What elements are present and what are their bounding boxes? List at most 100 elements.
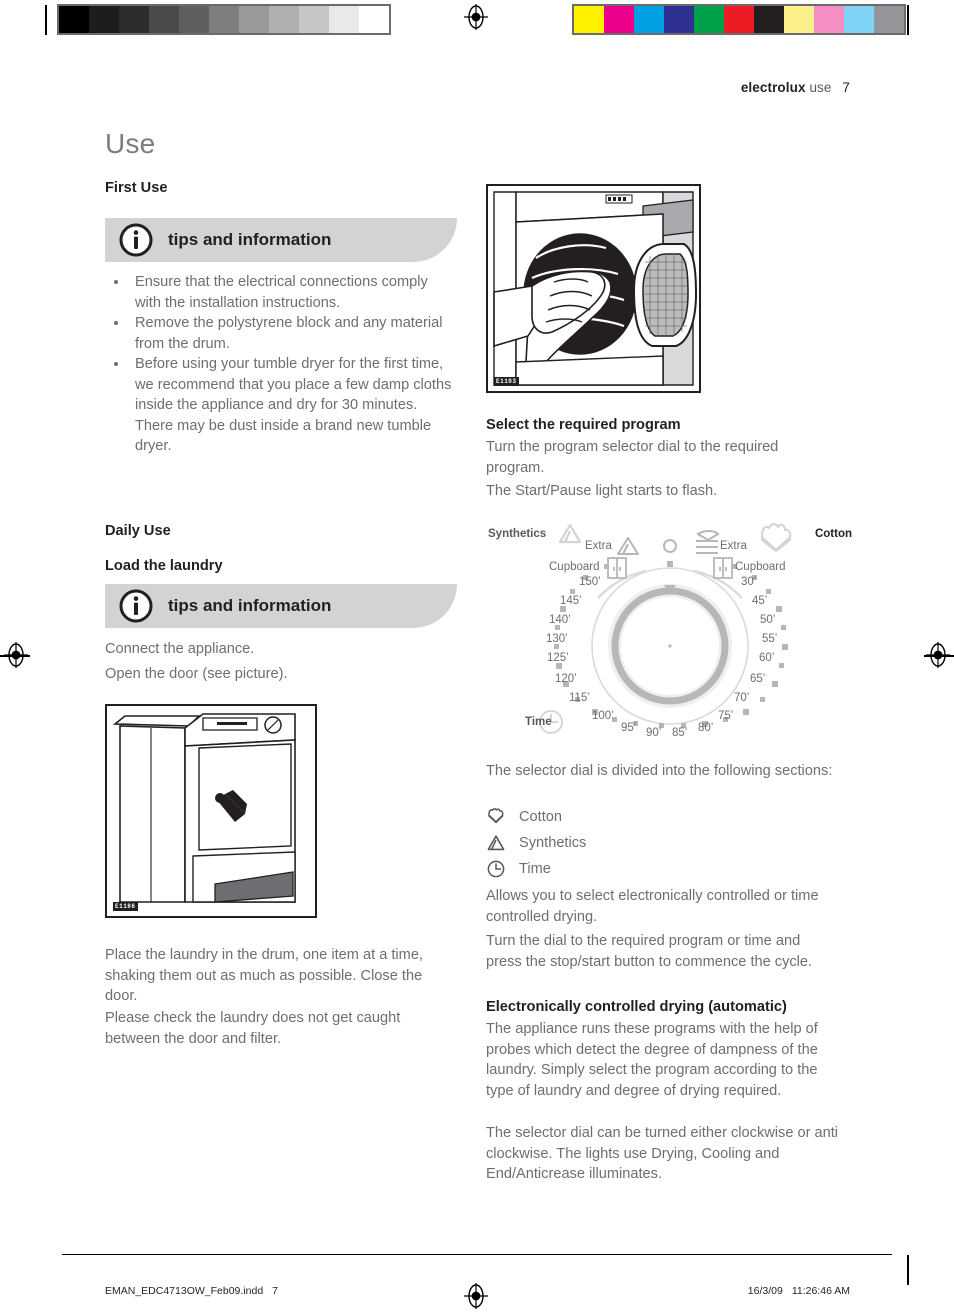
dial-tick-label: 70’ (734, 692, 750, 704)
select-program-text-1: Turn the program selector dial to the re… (486, 439, 779, 476)
dial-tick-label: 115’ (569, 692, 590, 704)
dial-tick-label: 45’ (752, 595, 768, 607)
gray-swatch-0 (59, 6, 89, 33)
dial-intro-text: The selector dial is divided into the fo… (486, 763, 833, 779)
registration-mark-left (3, 642, 29, 668)
footer-timestamp: 16/3/09 11:26:46 AM (748, 1285, 850, 1297)
select-program-text-2: The Start/Pause light starts to flash. (486, 483, 718, 499)
time-clock-icon (486, 859, 506, 879)
figure-code: E1186 (113, 902, 138, 911)
running-head: electrolux use 7 (741, 80, 850, 95)
figure-dryer-front: E1186 (105, 704, 317, 918)
bullet-dot (114, 321, 118, 325)
dial-tick-label: 130’ (546, 633, 568, 645)
dial-tick-label: 100’ (592, 710, 614, 722)
grayscale-calibration-bar (57, 4, 391, 35)
dial-time-section-label: Time (525, 716, 552, 728)
dial-labels: Synthetics Cotton Time Extra Cupboard Ex… (486, 520, 854, 756)
footer-date: 16/3/09 (747, 1285, 783, 1297)
dial-tick-label: 50’ (760, 614, 776, 626)
dial-cotton-section-label: Cotton (814, 528, 852, 540)
synthetics-triangle-icon (486, 833, 506, 853)
list-item: Remove the polystyrene block and any mat… (105, 313, 457, 354)
dial-tick-label: 145’ (560, 595, 582, 607)
legend-label: Time (519, 861, 551, 877)
cotton-icon (486, 807, 506, 827)
bullet-dot (114, 280, 118, 284)
registration-mark-bottom (463, 1283, 489, 1309)
list-item: Ensure that the electrical connections c… (105, 272, 457, 313)
select-program-heading: Select the required program (486, 417, 681, 433)
auto-drying-text-2: The selector dial can be turned either c… (486, 1125, 839, 1182)
registration-mark-right (925, 642, 951, 668)
dial-tick-label: 120’ (555, 673, 577, 685)
dial-tick-label: 80’ (698, 722, 714, 734)
tips-banner-label: tips and information (168, 230, 332, 249)
footer-time: 11:26:46 AM (791, 1285, 850, 1297)
color-swatch-0 (574, 6, 604, 33)
open-door-text: Open the door (see picture). (105, 666, 288, 682)
color-swatch-5 (724, 6, 754, 33)
dial-right-extra-label: Extra (720, 540, 747, 552)
gray-swatch-5 (209, 6, 239, 33)
tips-banner-load-laundry: tips and information (105, 584, 457, 628)
legend-item-synthetics: Synthetics (486, 830, 586, 856)
legend-label: Cotton (519, 809, 562, 825)
place-laundry-text: Place the laundry in the drum, one item … (105, 947, 423, 1004)
dial-legend: Cotton Synthetics Time (486, 804, 586, 882)
allows-select-text: Allows you to select electronically cont… (486, 888, 819, 925)
color-swatch-10 (874, 6, 904, 33)
crop-mark-bottom-right-v (907, 1255, 909, 1285)
connect-appliance-text: Connect the appliance. (105, 641, 255, 657)
dial-tick-label: 90’ (646, 727, 662, 739)
gray-swatch-9 (329, 6, 359, 33)
dial-tick-label: 30’ (741, 576, 757, 588)
dial-right-cupboard-label: Cupboard (735, 561, 786, 573)
gray-swatch-2 (119, 6, 149, 33)
dial-synthetics-section-label: Synthetics (488, 528, 547, 540)
dial-tick-label: 75’ (718, 710, 734, 722)
bullet-dot (114, 362, 118, 366)
daily-use-heading: Daily Use (105, 523, 171, 539)
list-item: Before using your tumble dryer for the f… (105, 354, 457, 416)
color-swatch-7 (784, 6, 814, 33)
gray-swatch-6 (239, 6, 269, 33)
crop-mark-top-left-v (45, 5, 47, 35)
gray-swatch-4 (179, 6, 209, 33)
section-name: use (809, 80, 832, 95)
list-item-text: Before using your tumble dryer for the f… (135, 356, 452, 413)
auto-drying-heading: Electronically controlled drying (automa… (486, 999, 787, 1015)
footer-page: 7 (272, 1285, 279, 1297)
list-item-text: There may be dust inside a brand new tum… (135, 417, 432, 455)
color-calibration-bar (572, 4, 906, 35)
figure-code: E1103 (494, 377, 519, 386)
figure-loading-laundry: E1103 (486, 184, 701, 393)
page-number: 7 (842, 80, 850, 95)
list-item-text: Ensure that the electrical connections c… (135, 274, 428, 311)
dial-left-extra-label: Extra (585, 540, 612, 552)
auto-drying-text-1: The appliance runs these programs with t… (486, 1021, 818, 1099)
gray-swatch-1 (89, 6, 119, 33)
dial-tick-label: 150’ (579, 576, 601, 588)
dial-tick-label: 85’ (672, 727, 688, 739)
footer-rule (62, 1254, 892, 1255)
first-use-heading: First Use (105, 180, 168, 196)
crop-mark-top-right-v (907, 5, 909, 35)
footer-file-name: EMAN_EDC4713OW_Feb09.indd (105, 1285, 264, 1297)
color-swatch-8 (814, 6, 844, 33)
color-swatch-1 (604, 6, 634, 33)
gray-swatch-7 (269, 6, 299, 33)
dial-left-cupboard-label: Cupboard (549, 561, 600, 573)
dial-tick-label: 140’ (549, 614, 571, 626)
check-laundry-text: Please check the laundry does not get ca… (105, 1010, 401, 1047)
dial-tick-label: 60’ (759, 652, 775, 664)
color-swatch-6 (754, 6, 784, 33)
registration-mark-top (463, 4, 489, 30)
color-swatch-2 (634, 6, 664, 33)
gray-swatch-10 (359, 6, 389, 33)
legend-label: Synthetics (519, 835, 587, 851)
legend-item-cotton: Cotton (486, 804, 586, 830)
first-use-bullet-list: Ensure that the electrical connections c… (105, 272, 457, 457)
color-swatch-3 (664, 6, 694, 33)
brand-name: electrolux (740, 80, 806, 95)
